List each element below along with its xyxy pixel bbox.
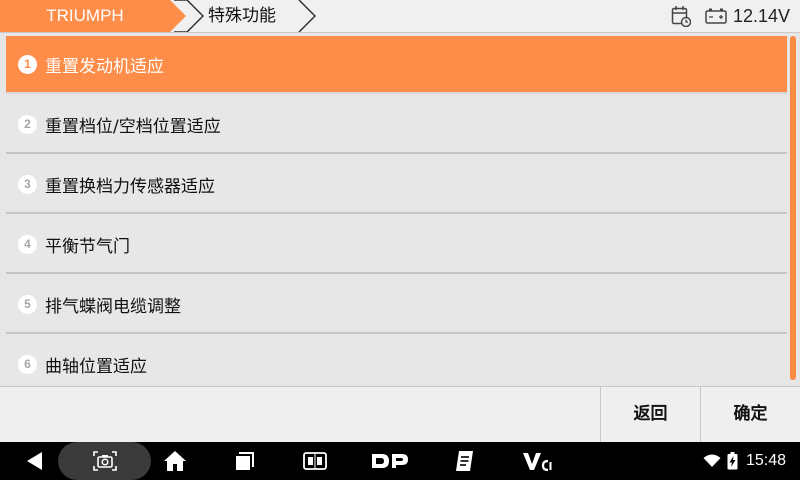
back-triangle-icon[interactable] bbox=[20, 442, 50, 480]
voltage-readout: 12.14V bbox=[732, 5, 790, 26]
item-number-badge: 2 bbox=[18, 114, 37, 134]
battery-charging-icon bbox=[727, 452, 738, 470]
wifi-icon bbox=[703, 454, 721, 468]
item-number-badge: 6 bbox=[18, 354, 37, 374]
scrollbar-thumb[interactable] bbox=[790, 36, 796, 380]
clock-time: 15:48 bbox=[745, 452, 786, 469]
dp-logo-icon[interactable] bbox=[368, 442, 412, 480]
item-number-badge: 3 bbox=[18, 174, 37, 194]
back-button[interactable]: 返回 bbox=[600, 387, 700, 442]
item-label: 排气蝶阀电缆调整 bbox=[45, 296, 181, 317]
list-item[interactable]: 2 重置档位/空档位置适应 bbox=[6, 96, 787, 154]
item-number-badge: 4 bbox=[18, 234, 37, 254]
item-number-badge: 1 bbox=[18, 54, 37, 74]
item-label: 重置档位/空档位置适应 bbox=[45, 116, 221, 137]
breadcrumb-function[interactable]: 特殊功能 bbox=[174, 0, 319, 32]
calendar-clock-icon[interactable] bbox=[671, 5, 691, 27]
list-item[interactable]: 6 曲轴位置适应 bbox=[6, 336, 787, 384]
battery-icon bbox=[705, 8, 727, 24]
screenshot-icon[interactable] bbox=[90, 442, 120, 480]
list-item[interactable]: 5 排气蝶阀电缆调整 bbox=[6, 276, 787, 334]
top-header: TRIUMPH 特殊功能 12.14V bbox=[0, 0, 800, 33]
item-label: 重置发动机适应 bbox=[45, 56, 164, 77]
recent-apps-icon[interactable] bbox=[229, 442, 259, 480]
breadcrumb-brand-label: TRIUMPH bbox=[46, 6, 124, 25]
list-item[interactable]: 4 平衡节气门 bbox=[6, 216, 787, 274]
header-status: 12.14V bbox=[671, 0, 790, 32]
function-list: 1 重置发动机适应 2 重置档位/空档位置适应 3 重置换档力传感器适应 4 平… bbox=[6, 36, 787, 384]
breadcrumb-function-label: 特殊功能 bbox=[208, 6, 276, 26]
item-label: 曲轴位置适应 bbox=[45, 356, 147, 377]
action-bar: 返回 确定 bbox=[0, 386, 800, 442]
report-document-icon[interactable] bbox=[450, 442, 480, 480]
breadcrumb-brand[interactable]: TRIUMPH bbox=[0, 0, 196, 32]
system-status: 15:48 bbox=[703, 442, 786, 480]
vci-icon[interactable] bbox=[520, 442, 554, 480]
list-item[interactable]: 3 重置换档力传感器适应 bbox=[6, 156, 787, 214]
item-label: 平衡节气门 bbox=[45, 236, 130, 257]
item-label: 重置换档力传感器适应 bbox=[45, 176, 215, 197]
vehicle-connector-icon[interactable] bbox=[300, 442, 330, 480]
home-icon[interactable] bbox=[160, 442, 190, 480]
confirm-button[interactable]: 确定 bbox=[700, 387, 800, 442]
item-number-badge: 5 bbox=[18, 294, 37, 314]
list-item[interactable]: 1 重置发动机适应 bbox=[6, 36, 787, 94]
